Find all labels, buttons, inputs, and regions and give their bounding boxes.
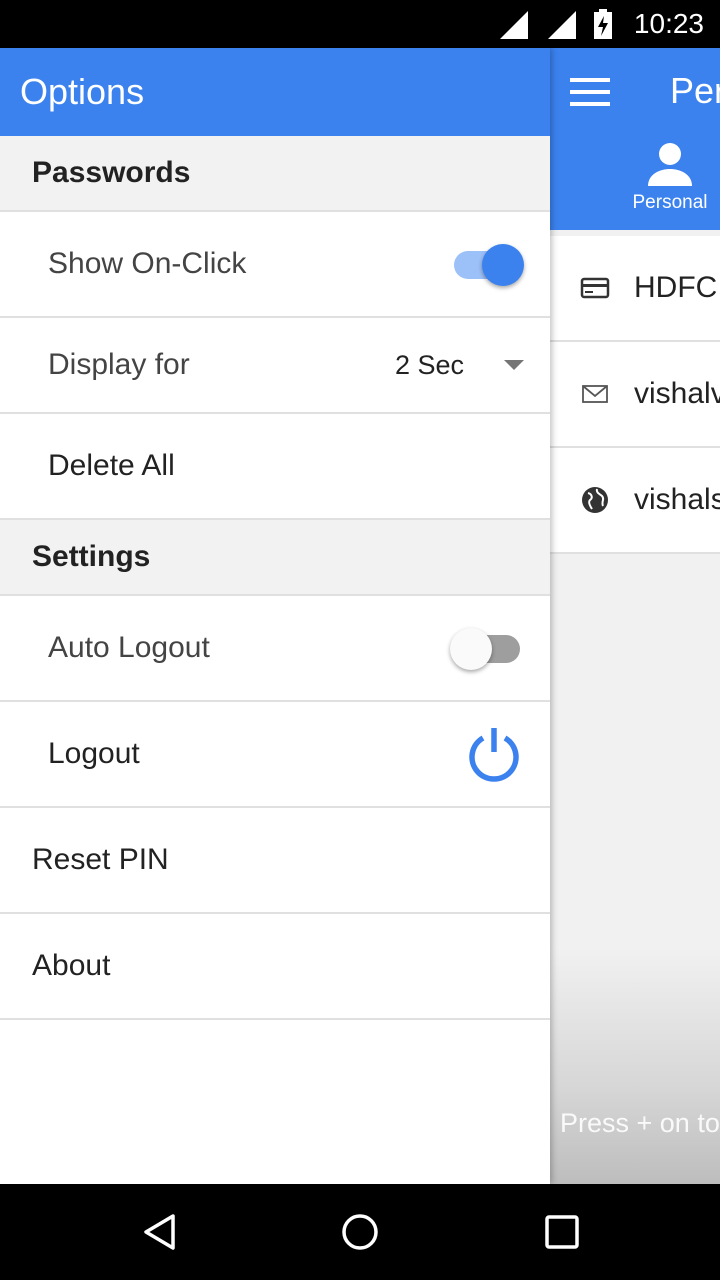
auto-logout-label: Auto Logout [48, 631, 210, 664]
auto-logout-row[interactable]: Auto Logout [0, 596, 550, 702]
background-shade [550, 948, 720, 1184]
show-on-click-switch[interactable] [452, 244, 524, 286]
logout-row[interactable]: Logout [0, 702, 550, 808]
list-item[interactable]: vishalv [550, 342, 720, 448]
display-for-label: Display for [48, 348, 190, 381]
recents-icon[interactable] [542, 1212, 582, 1252]
background-list: HDFC vishalv vishals [550, 236, 720, 554]
background-app: Per Personal HDFC vishalv vishals Press … [550, 48, 720, 1184]
display-for-dropdown[interactable]: 2 Sec [395, 350, 524, 381]
section-passwords: Passwords [0, 136, 550, 212]
menu-icon[interactable] [570, 78, 610, 106]
section-settings: Settings [0, 520, 550, 596]
tab-personal[interactable]: Personal [630, 140, 710, 214]
globe-icon [582, 487, 608, 513]
back-icon[interactable] [140, 1212, 180, 1252]
about-row[interactable]: About [0, 914, 550, 1020]
home-icon[interactable] [340, 1212, 380, 1252]
reset-pin-label: Reset PIN [32, 843, 169, 876]
navigation-bar [0, 1184, 720, 1280]
status-bar: 10:23 [0, 0, 720, 48]
clock: 10:23 [633, 8, 704, 39]
credit-card-icon [580, 277, 610, 299]
person-icon [648, 143, 692, 186]
about-label: About [32, 949, 111, 982]
display-for-value: 2 Sec [394, 349, 464, 380]
display-for-row[interactable]: Display for 2 Sec [0, 318, 550, 414]
list-item[interactable]: vishals [550, 448, 720, 554]
dropdown-arrow-icon [504, 360, 524, 370]
section-title: Passwords [32, 156, 191, 189]
list-item[interactable]: HDFC [550, 236, 720, 342]
delete-all-label: Delete All [48, 449, 175, 482]
list-item-text: vishals [634, 483, 720, 516]
delete-all-row[interactable]: Delete All [0, 414, 550, 520]
list-item-text: HDFC [634, 271, 718, 304]
reset-pin-row[interactable]: Reset PIN [0, 808, 550, 914]
switch-thumb [482, 244, 524, 286]
list-item-text: vishalv [634, 377, 720, 410]
show-on-click-label: Show On-Click [48, 247, 247, 280]
email-icon [582, 385, 608, 403]
background-toolbar: Per Personal [550, 48, 720, 230]
cell-signal-icon [547, 11, 576, 39]
logout-label: Logout [48, 737, 140, 770]
auto-logout-switch[interactable] [450, 628, 524, 670]
wifi-signal-icon [499, 11, 528, 39]
section-title: Settings [32, 540, 151, 573]
tab-personal-label: Personal [632, 192, 708, 213]
show-on-click-row[interactable]: Show On-Click [0, 212, 550, 318]
power-icon[interactable] [464, 724, 524, 784]
drawer-title: Options [20, 71, 145, 112]
drawer-header: Options [0, 48, 550, 136]
status-icons: 10:23 [498, 0, 704, 48]
battery-charging-icon [593, 9, 612, 39]
empty-hint: Press + on to [560, 1108, 720, 1138]
switch-thumb [450, 628, 492, 670]
background-app-title: Per [670, 70, 720, 111]
options-drawer: Options Passwords Show On-Click Display … [0, 48, 550, 1184]
